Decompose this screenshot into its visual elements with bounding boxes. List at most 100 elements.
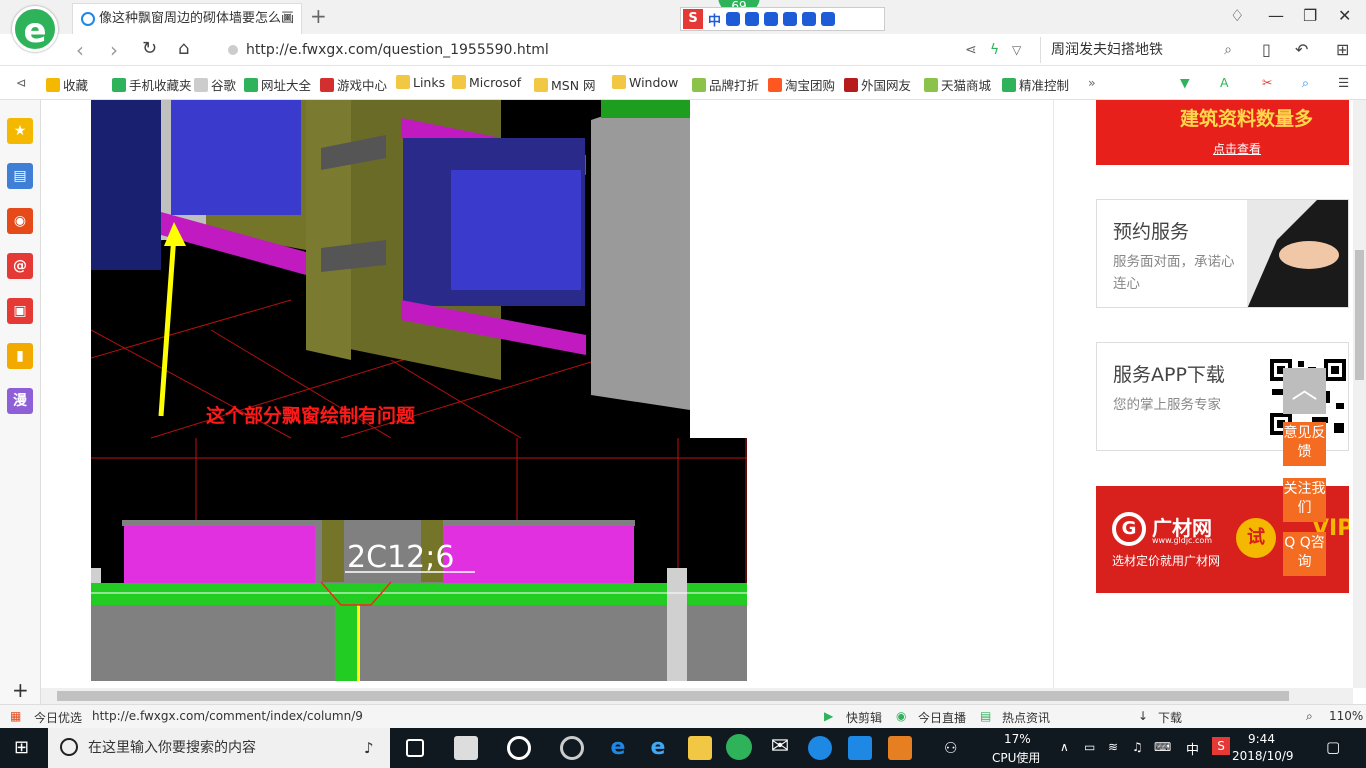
keyboard-icon[interactable]: ⌨ <box>1154 740 1171 754</box>
gamepad-icon[interactable]: ▣ <box>7 298 33 324</box>
favorite-item[interactable]: 精准控制 <box>1002 75 1069 94</box>
comic-icon[interactable]: 漫 <box>7 388 33 414</box>
favorite-item[interactable]: 谷歌 <box>194 75 236 94</box>
sogou-tray-icon[interactable]: S <box>1212 737 1230 755</box>
tools-icon[interactable] <box>783 12 798 26</box>
shield-icon[interactable]: ▼ <box>1180 75 1190 90</box>
collapse-icon[interactable]: ⊲ <box>16 75 26 90</box>
weibo-icon[interactable]: ◉ <box>7 208 33 234</box>
fan-app-icon[interactable] <box>454 736 478 760</box>
vertical-scrollbar[interactable] <box>1353 100 1366 688</box>
tray-ime[interactable]: 中 <box>1186 739 1199 758</box>
menu-icon[interactable]: ☰ <box>1338 75 1349 90</box>
banner-top-cta[interactable]: 点击查看 <box>1213 140 1261 157</box>
keyboard-icon[interactable] <box>764 12 779 26</box>
site-info-icon[interactable] <box>228 45 238 55</box>
favorite-item[interactable]: Links <box>396 75 445 90</box>
favorite-item[interactable]: Window <box>612 75 678 90</box>
home-button[interactable]: ⌂ <box>178 38 189 59</box>
favorite-item[interactable]: 游戏中心 <box>320 75 387 94</box>
apps-icon[interactable]: ⊞ <box>1336 40 1349 59</box>
clock-date[interactable]: 2018/10/9 <box>1232 749 1294 763</box>
glodon-icon[interactable] <box>808 736 832 760</box>
minimize-button[interactable]: — <box>1268 6 1284 25</box>
new-tab-button[interactable]: + <box>310 4 327 28</box>
follow-button[interactable]: 关注我们 <box>1283 478 1326 522</box>
status-item-clip[interactable]: 快剪辑 <box>846 709 882 726</box>
close-tab-icon[interactable]: ✕ <box>282 4 293 33</box>
mic-icon[interactable] <box>745 12 760 26</box>
favorite-item[interactable]: Microsof <box>452 75 521 90</box>
gift-icon[interactable]: ▦ <box>10 709 21 723</box>
zoom-level[interactable]: 110% <box>1329 709 1363 723</box>
mail-icon[interactable]: @ <box>7 253 33 279</box>
pdf-app-icon[interactable] <box>888 736 912 760</box>
favorite-item[interactable]: 天猫商城 <box>924 75 991 94</box>
status-item-news[interactable]: 热点资讯 <box>1002 709 1050 726</box>
share-icon[interactable]: ⋖ <box>965 42 977 58</box>
close-window-button[interactable]: ✕ <box>1338 6 1351 25</box>
tray-expand-icon[interactable]: ∧ <box>1060 740 1069 754</box>
favorite-item[interactable]: 淘宝团购 <box>768 75 835 94</box>
battery-icon[interactable]: ▭ <box>1084 740 1095 754</box>
favorite-item[interactable]: 外国网友 <box>844 75 911 94</box>
browser-tab[interactable]: 像这种飘窗周边的砌体墙要怎么画 ✕ <box>72 3 302 34</box>
favorite-item[interactable]: 收藏 <box>46 75 88 94</box>
book-icon[interactable]: ▮ <box>7 343 33 369</box>
mail-icon[interactable]: ✉ <box>768 736 792 760</box>
undo-icon[interactable]: ↶ <box>1295 40 1308 59</box>
accelerate-icon[interactable]: ϟ <box>990 42 999 58</box>
qq-consult-button[interactable]: Q Q咨询 <box>1283 532 1326 576</box>
file-explorer-icon[interactable] <box>688 736 712 760</box>
ie-alt-icon[interactable] <box>507 736 531 760</box>
screenshot-icon[interactable]: ✂ <box>1262 75 1272 90</box>
taskbar-search-input[interactable]: 在这里输入你要搜索的内容 ♪ <box>48 728 390 768</box>
banner-top[interactable]: 建筑资料数量多 点击查看 <box>1096 100 1349 165</box>
browser-taskbar-icon[interactable] <box>726 734 752 760</box>
phone-icon[interactable]: ▯ <box>1262 40 1271 59</box>
horizontal-scrollbar[interactable] <box>41 688 1353 704</box>
notification-center-icon[interactable]: ▢ <box>1326 738 1340 756</box>
chevron-down-icon[interactable]: ▽ <box>1012 43 1021 57</box>
status-item-download[interactable]: 下载 <box>1158 709 1182 726</box>
wifi-icon[interactable]: ≋ <box>1108 740 1118 754</box>
people-icon[interactable]: ⚇ <box>944 739 957 757</box>
status-item-live[interactable]: 今日直播 <box>918 709 966 726</box>
news-icon[interactable]: ▤ <box>7 163 33 189</box>
ime-toolbar[interactable]: S 中 <box>680 7 885 31</box>
scrollbar-thumb[interactable] <box>1355 250 1364 380</box>
task-view-icon[interactable] <box>406 739 424 757</box>
windows-start-icon[interactable]: ⊞ <box>14 737 29 758</box>
forward-button[interactable]: › <box>110 38 118 62</box>
plus-app-icon[interactable] <box>848 736 872 760</box>
volume-icon[interactable]: ♫ <box>1132 740 1143 754</box>
skin-button[interactable]: ♢ <box>1230 6 1244 25</box>
translate-icon[interactable]: A <box>1220 75 1229 90</box>
scrollbar-thumb-h[interactable] <box>57 691 1289 701</box>
search-input[interactable]: 周润发夫妇搭地铁 ⌕ <box>1040 37 1240 63</box>
spiral-app-icon[interactable] <box>560 736 584 760</box>
browser-logo-icon[interactable]: e <box>12 6 58 52</box>
find-icon[interactable]: ⌕ <box>1302 75 1309 91</box>
back-button[interactable]: ‹ <box>76 38 84 62</box>
edge-icon[interactable]: e <box>606 736 630 760</box>
clock-time[interactable]: 9:44 <box>1248 732 1275 746</box>
card-booking[interactable]: 预约服务 服务面对面，承诺心连心 <box>1096 199 1349 308</box>
maximize-button[interactable]: ❐ <box>1303 6 1317 25</box>
wrench-icon[interactable] <box>821 12 836 26</box>
url-field[interactable]: http://e.fwxgx.com/question_1955590.html <box>222 37 1032 63</box>
favorite-item[interactable]: 网址大全 <box>244 75 311 94</box>
ie-icon[interactable]: e <box>646 736 670 760</box>
back-to-top-button[interactable]: ︿ <box>1283 368 1326 414</box>
favorite-item[interactable]: MSN 网 <box>534 75 596 94</box>
favorite-item[interactable]: 品牌打折 <box>692 75 759 94</box>
favorite-item[interactable]: 手机收藏夹 <box>112 75 192 94</box>
refresh-button[interactable]: ↻ <box>142 38 157 59</box>
add-sidebar-item-button[interactable]: + <box>12 678 29 702</box>
microphone-icon[interactable]: ♪ <box>364 728 374 768</box>
star-icon[interactable]: ★ <box>7 118 33 144</box>
search-icon[interactable]: ⌕ <box>1224 37 1232 63</box>
feedback-button[interactable]: 意见反馈 <box>1283 422 1326 466</box>
status-left-label[interactable]: 今日优选 <box>34 709 82 726</box>
emoji-icon[interactable] <box>726 12 741 26</box>
